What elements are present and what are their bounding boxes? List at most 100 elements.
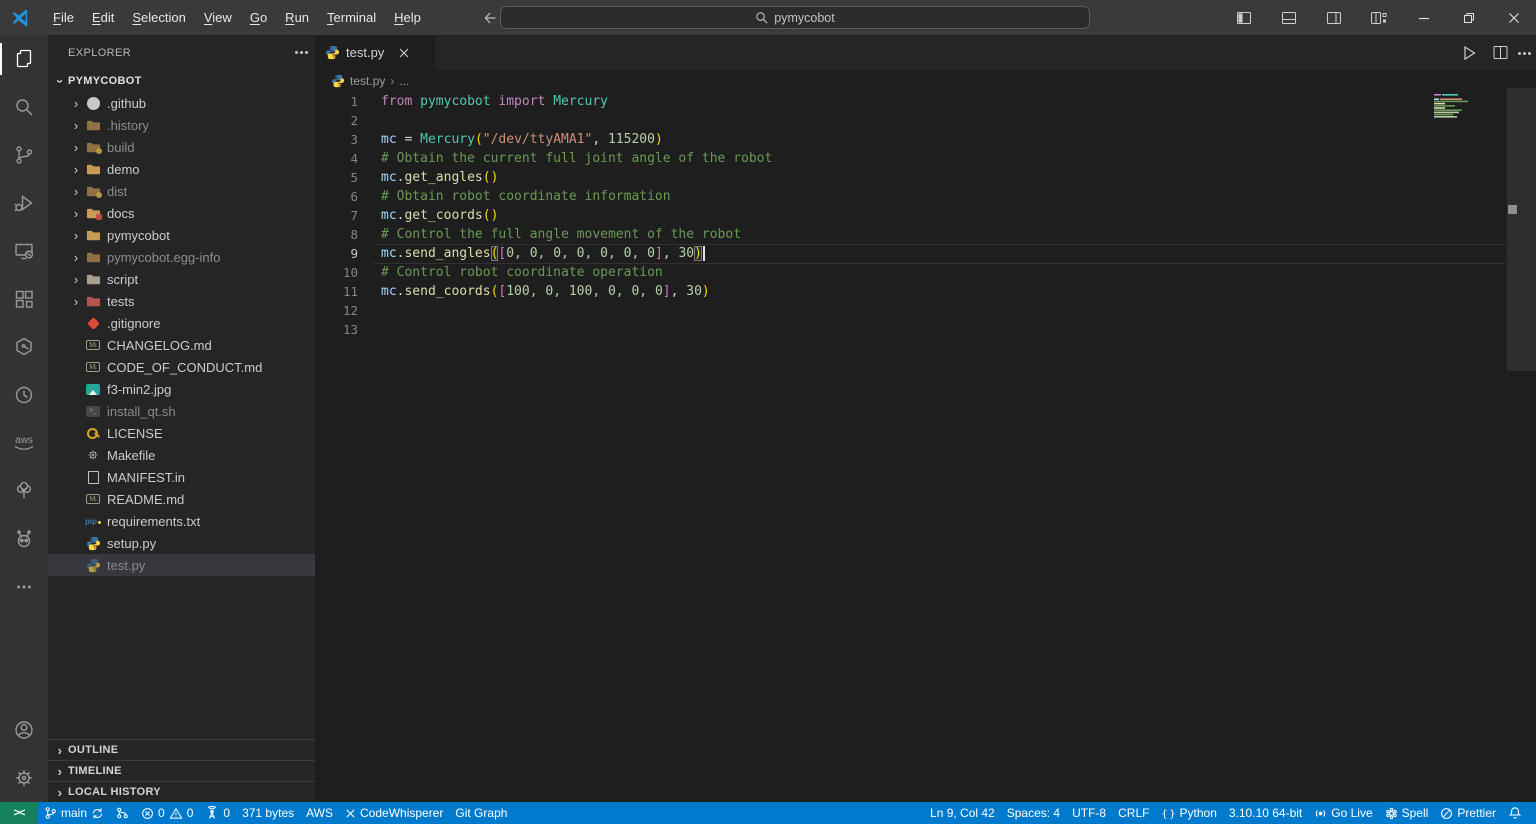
remote-explorer-icon[interactable] bbox=[0, 227, 48, 275]
menu-edit[interactable]: Edit bbox=[83, 6, 123, 29]
tree-item-tests[interactable]: tests bbox=[48, 290, 315, 312]
menu-view[interactable]: View bbox=[195, 6, 241, 29]
accounts-icon[interactable] bbox=[0, 706, 48, 754]
window-restore-icon[interactable] bbox=[1446, 0, 1491, 35]
tab-close-icon[interactable] bbox=[396, 45, 412, 61]
language-mode-indicator[interactable]: Python bbox=[1155, 802, 1222, 824]
encoding-indicator[interactable]: UTF-8 bbox=[1066, 802, 1112, 824]
minimap[interactable] bbox=[1434, 94, 1494, 124]
code-line-2[interactable]: 2 bbox=[315, 111, 1536, 130]
ports-indicator[interactable]: 0 bbox=[199, 802, 236, 824]
code-line-1[interactable]: 1from pymycobot import Mercury bbox=[315, 92, 1536, 111]
tree-item-pymycobot[interactable]: pymycobot bbox=[48, 224, 315, 246]
extensions-icon[interactable] bbox=[0, 275, 48, 323]
tree-extension-icon[interactable] bbox=[0, 467, 48, 515]
settings-gear-icon[interactable] bbox=[0, 754, 48, 802]
cursor-position-indicator[interactable]: Ln 9, Col 42 bbox=[924, 802, 1001, 824]
tree-item-manifest[interactable]: MANIFEST.in bbox=[48, 466, 315, 488]
tree-item-gitignore[interactable]: .gitignore bbox=[48, 312, 315, 334]
toggle-secondary-sidebar-icon[interactable] bbox=[1311, 0, 1356, 35]
tree-item-setup-py[interactable]: setup.py bbox=[48, 532, 315, 554]
window-minimize-icon[interactable] bbox=[1401, 0, 1446, 35]
git-graph-status[interactable]: Git Graph bbox=[449, 802, 513, 824]
tree-item-install-qt-sh[interactable]: install_qt.sh bbox=[48, 400, 315, 422]
tree-item-demo[interactable]: demo bbox=[48, 158, 315, 180]
tool-circle-extension-icon[interactable] bbox=[0, 371, 48, 419]
spell-checker-button[interactable]: Spell bbox=[1379, 802, 1435, 824]
tree-item-requirements[interactable]: requirements.txt bbox=[48, 510, 315, 532]
tree-item-code-of-conduct[interactable]: CODE_OF_CONDUCT.md bbox=[48, 356, 315, 378]
run-and-debug-icon[interactable] bbox=[0, 179, 48, 227]
editor-more-actions-icon[interactable] bbox=[1523, 52, 1526, 55]
python-interpreter-indicator[interactable]: 3.10.10 64-bit bbox=[1223, 802, 1308, 824]
codewhisperer-status[interactable]: CodeWhisperer bbox=[339, 802, 449, 824]
tree-item-makefile[interactable]: Makefile bbox=[48, 444, 315, 466]
toggle-primary-sidebar-icon[interactable] bbox=[1221, 0, 1266, 35]
editor-scrollbar[interactable] bbox=[1507, 88, 1536, 371]
branch-indicator[interactable]: main bbox=[38, 802, 110, 824]
code-line-10[interactable]: 10# Control robot coordinate operation bbox=[315, 263, 1536, 282]
window-close-icon[interactable] bbox=[1491, 0, 1536, 35]
menu-run[interactable]: Run bbox=[276, 6, 318, 29]
toggle-panel-icon[interactable] bbox=[1266, 0, 1311, 35]
tree-root-pymycobot[interactable]: PYMYCOBOT bbox=[48, 70, 315, 92]
tree-item-f3-min2-jpg[interactable]: f3-min2.jpg bbox=[48, 378, 315, 400]
code-line-3[interactable]: 3mc = Mercury("/dev/ttyAMA1", 115200) bbox=[315, 130, 1536, 149]
code-line-12[interactable]: 12 bbox=[315, 301, 1536, 320]
explorer-icon[interactable] bbox=[0, 35, 48, 83]
tree-item-license[interactable]: LICENSE bbox=[48, 422, 315, 444]
code-line-11[interactable]: 11mc.send_coords([100, 0, 100, 0, 0, 0],… bbox=[315, 282, 1536, 301]
command-center-search[interactable]: pymycobot bbox=[500, 6, 1090, 29]
code-line-4[interactable]: 4# Obtain the current full joint angle o… bbox=[315, 149, 1536, 168]
source-control-icon[interactable] bbox=[0, 131, 48, 179]
hexagon-extension-icon[interactable] bbox=[0, 323, 48, 371]
tree-item-readme[interactable]: README.md bbox=[48, 488, 315, 510]
remote-indicator[interactable] bbox=[0, 802, 38, 824]
git-graph-status-icon[interactable] bbox=[110, 802, 135, 824]
breadcrumb-file[interactable]: test.py bbox=[350, 74, 385, 88]
more-tools-icon[interactable] bbox=[0, 563, 48, 611]
tree-item-docs[interactable]: docs bbox=[48, 202, 315, 224]
tree-item-changelog[interactable]: CHANGELOG.md bbox=[48, 334, 315, 356]
code-line-9[interactable]: 9mc.send_angles([0, 0, 0, 0, 0, 0, 0], 3… bbox=[315, 244, 1536, 263]
indentation-indicator[interactable]: Spaces: 4 bbox=[1001, 802, 1066, 824]
menu-go[interactable]: Go bbox=[241, 6, 276, 29]
file-size-indicator[interactable]: 371 bytes bbox=[236, 802, 300, 824]
code-line-8[interactable]: 8# Control the full angle movement of th… bbox=[315, 225, 1536, 244]
code-line-13[interactable]: 13 bbox=[315, 320, 1536, 339]
tab-test-py[interactable]: test.py bbox=[315, 35, 435, 70]
problems-indicator[interactable]: 0 0 bbox=[135, 802, 199, 824]
split-editor-icon[interactable] bbox=[1492, 44, 1509, 61]
eol-indicator[interactable]: CRLF bbox=[1112, 802, 1155, 824]
aws-status[interactable]: AWS bbox=[300, 802, 339, 824]
section-outline[interactable]: OUTLINE bbox=[48, 739, 315, 760]
section-timeline[interactable]: TIMELINE bbox=[48, 760, 315, 781]
section-local-history[interactable]: LOCAL HISTORY bbox=[48, 781, 315, 802]
run-python-file-icon[interactable] bbox=[1460, 44, 1478, 62]
aws-icon[interactable]: aws bbox=[0, 419, 48, 467]
prettier-status[interactable]: Prettier bbox=[1434, 802, 1502, 824]
customize-layout-icon[interactable] bbox=[1356, 0, 1401, 35]
tree-item-script[interactable]: script bbox=[48, 268, 315, 290]
tree-item-egg-info[interactable]: pymycobot.egg-info bbox=[48, 246, 315, 268]
menu-file[interactable]: File bbox=[44, 6, 83, 29]
code-line-5[interactable]: 5mc.get_angles() bbox=[315, 168, 1536, 187]
back-arrow-icon[interactable] bbox=[482, 10, 498, 26]
explorer-more-actions-icon[interactable] bbox=[300, 51, 303, 54]
notifications-bell-icon[interactable] bbox=[1502, 802, 1528, 824]
code-line-7[interactable]: 7mc.get_coords() bbox=[315, 206, 1536, 225]
breadcrumb-symbol[interactable]: ... bbox=[399, 74, 409, 88]
robot-extension-icon[interactable] bbox=[0, 515, 48, 563]
menu-help[interactable]: Help bbox=[385, 6, 430, 29]
code-line-6[interactable]: 6# Obtain robot coordinate information bbox=[315, 187, 1536, 206]
tree-item-build[interactable]: build bbox=[48, 136, 315, 158]
code-editor[interactable]: 1from pymycobot import Mercury 2 3mc = M… bbox=[315, 92, 1536, 802]
tree-item-history[interactable]: .history bbox=[48, 114, 315, 136]
tree-item-test-py[interactable]: test.py bbox=[48, 554, 315, 576]
tree-item-dist[interactable]: dist bbox=[48, 180, 315, 202]
menu-selection[interactable]: Selection bbox=[123, 6, 194, 29]
go-live-button[interactable]: Go Live bbox=[1308, 802, 1378, 824]
search-icon[interactable] bbox=[0, 83, 48, 131]
tree-item-github[interactable]: .github bbox=[48, 92, 315, 114]
menu-terminal[interactable]: Terminal bbox=[318, 6, 385, 29]
